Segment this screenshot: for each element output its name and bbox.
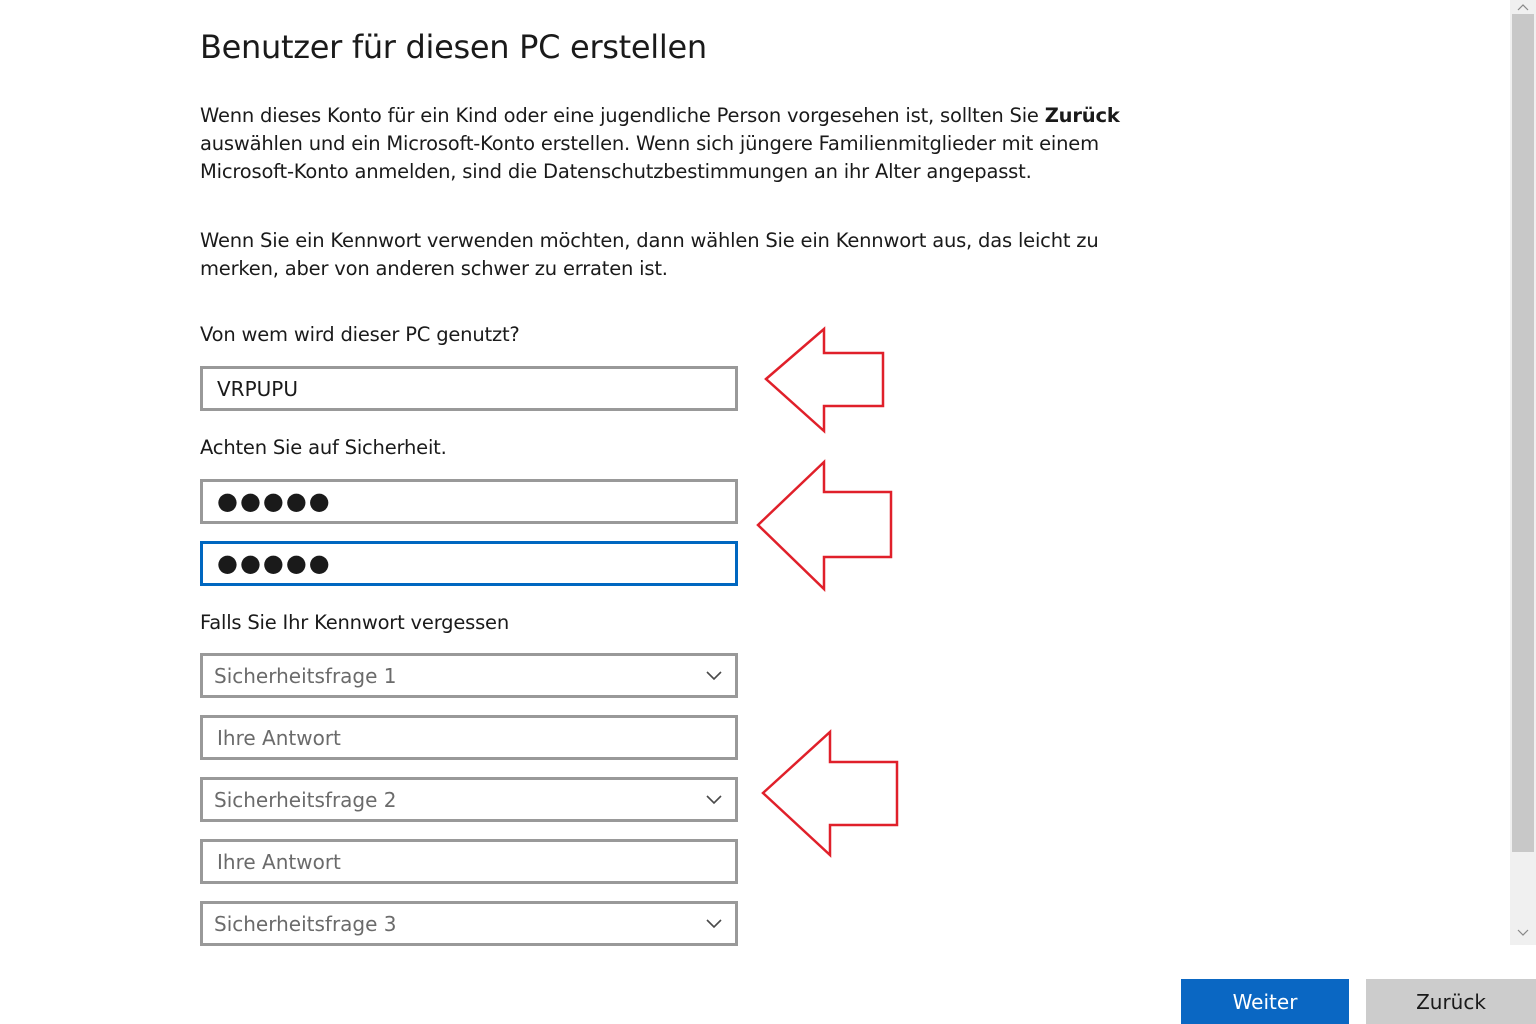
chevron-down-icon: [705, 915, 723, 933]
annotation-arrow-icon: [761, 729, 899, 858]
security-question-3-select[interactable]: Sicherheitsfrage 3: [200, 901, 738, 946]
security-question-2-value: Sicherheitsfrage 2: [214, 787, 397, 812]
next-button[interactable]: Weiter: [1181, 979, 1349, 1024]
intro-text-1: Wenn dieses Konto für ein Kind oder eine…: [200, 104, 1045, 127]
username-input[interactable]: VRPUPU: [200, 366, 738, 411]
scroll-up-icon[interactable]: [1510, 0, 1536, 14]
intro-text-2: auswählen und ein Microsoft-Konto erstel…: [200, 132, 1099, 183]
security-question-1-value: Sicherheitsfrage 1: [214, 663, 397, 688]
security-answer-1-placeholder: Ihre Antwort: [217, 725, 341, 750]
recovery-label: Falls Sie Ihr Kennwort vergessen: [200, 611, 510, 634]
page-title: Benutzer für diesen PC erstellen: [200, 28, 707, 66]
security-answer-2-placeholder: Ihre Antwort: [217, 849, 341, 874]
security-question-3-value: Sicherheitsfrage 3: [214, 911, 397, 936]
password-mask: ●●●●●: [217, 486, 332, 515]
security-label: Achten Sie auf Sicherheit.: [200, 436, 447, 459]
scroll-down-icon[interactable]: [1510, 926, 1536, 940]
scrollbar-thumb[interactable]: [1512, 14, 1534, 852]
username-value: VRPUPU: [217, 376, 298, 401]
password-hint-paragraph: Wenn Sie ein Kennwort verwenden möchten,…: [200, 229, 1099, 280]
back-button[interactable]: Zurück: [1366, 979, 1536, 1024]
username-label: Von wem wird dieser PC genutzt?: [200, 323, 520, 346]
intro-paragraph: Wenn dieses Konto für ein Kind oder eine…: [200, 102, 1160, 186]
intro-bold-back: Zurück: [1044, 104, 1120, 127]
chevron-down-icon: [705, 791, 723, 809]
security-question-1-select[interactable]: Sicherheitsfrage 1: [200, 653, 738, 698]
security-question-2-select[interactable]: Sicherheitsfrage 2: [200, 777, 738, 822]
password-confirm-mask: ●●●●●: [217, 548, 332, 577]
annotation-arrow-icon: [764, 326, 885, 434]
security-answer-2-input[interactable]: Ihre Antwort: [200, 839, 738, 884]
annotation-arrow-icon: [756, 459, 893, 592]
password-confirm-input[interactable]: ●●●●●: [200, 541, 738, 586]
password-input[interactable]: ●●●●●: [200, 479, 738, 524]
chevron-down-icon: [705, 667, 723, 685]
security-answer-1-input[interactable]: Ihre Antwort: [200, 715, 738, 760]
